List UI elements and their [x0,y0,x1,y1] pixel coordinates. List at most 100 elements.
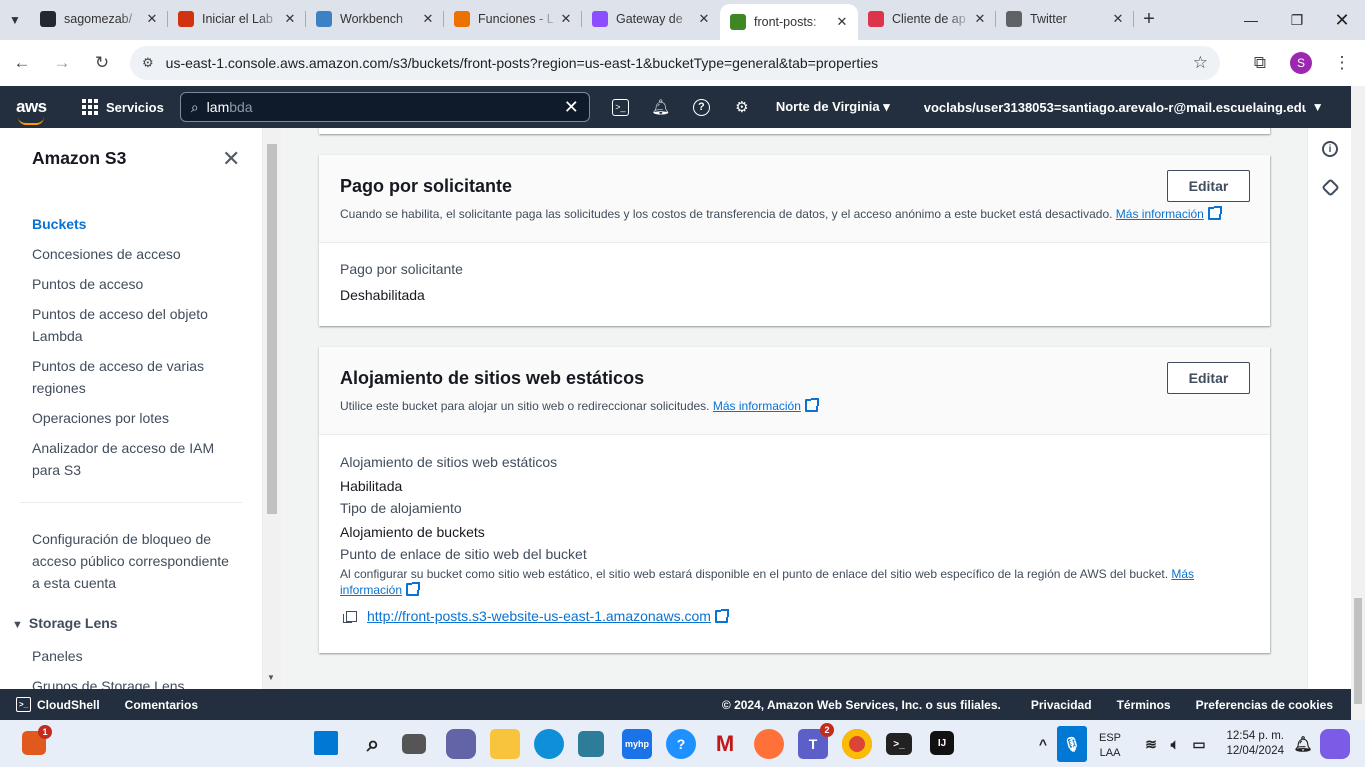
cloudshell-button[interactable]: >_ CloudShell [16,697,100,712]
restore-icon[interactable]: ❐ [1274,0,1320,40]
close-tab-icon[interactable]: ✕ [144,11,160,27]
clear-search-icon[interactable]: ✕ [564,97,579,118]
file-explorer-icon[interactable] [490,729,520,759]
account-dropdown-icon[interactable]: ▼ [1312,100,1324,114]
browser-tab[interactable]: Funciones - L ✕ [444,2,582,36]
extensions-icon[interactable]: ⧉ [1242,45,1278,81]
reload-icon[interactable]: ↻ [84,45,120,81]
firefox-icon[interactable] [754,729,784,759]
services-menu-button[interactable]: Servicios [82,99,164,115]
storage-lens-section[interactable]: ▼ Storage Lens [12,615,118,631]
copy-icon[interactable] [343,611,357,623]
browser-tab[interactable]: front-posts: ✕ [720,4,858,40]
edge-icon[interactable] [534,729,564,759]
url-text[interactable]: us-east-1.console.aws.amazon.com/s3/buck… [166,55,1193,71]
requester-pays-edit-button[interactable]: Editar [1167,170,1250,202]
chrome-icon[interactable] [842,729,872,759]
sidebar-scrollbar[interactable]: ▼ [263,128,281,689]
copilot-icon[interactable] [1320,729,1350,759]
browser-tab[interactable]: sagomezab/ ✕ [30,2,168,36]
requester-pays-header: Pago por solicitante Cuando se habilita,… [319,155,1270,243]
microphone-icon[interactable]: 🎙︎ [1057,726,1087,762]
static-hosting-edit-button[interactable]: Editar [1167,362,1250,394]
aws-logo[interactable]: aws [0,97,60,125]
menu-kebab-icon[interactable]: ⋮ [1324,45,1360,81]
layout-code: LAA [1099,747,1121,759]
tab-search-icon[interactable]: ▼ [0,0,30,40]
browser-tab[interactable]: Iniciar el Lab ✕ [168,2,306,36]
address-bar[interactable]: ⚙ us-east-1.console.aws.amazon.com/s3/bu… [130,46,1220,80]
search-value[interactable]: lambda [207,99,564,115]
sidebar-item-block-public-access[interactable]: Configuración de bloqueo de acceso públi… [32,528,237,594]
close-tab-icon[interactable]: ✕ [972,11,988,27]
close-tab-icon[interactable]: ✕ [282,11,298,27]
new-tab-button[interactable]: + [1134,2,1164,36]
requester-pays-value: Deshabilitada [340,287,425,303]
language-indicator[interactable]: ESP LAA [1099,731,1121,761]
sidebar-item[interactable]: Analizador de acceso de IAM para S3 [32,437,237,481]
info-icon[interactable]: i [1322,141,1338,157]
cookie-preferences-link[interactable]: Preferencias de cookies [1196,698,1333,712]
show-hidden-icons[interactable]: ^ [1028,729,1058,759]
tab-title: Funciones - L [478,12,554,26]
task-view-icon[interactable] [402,734,426,754]
browser-tab[interactable]: Workbench ✕ [306,2,444,36]
mcafee-icon[interactable]: M [710,729,740,759]
aws-search-input[interactable]: ⌕ lambda ✕ [179,92,590,122]
profile-avatar[interactable]: S [1290,52,1312,74]
browser-tab[interactable]: Twitter ✕ [996,2,1134,36]
forward-icon[interactable]: → [44,45,80,81]
search-taskbar-icon[interactable]: ⌕ [358,729,388,759]
cloudshell-icon[interactable]: >_ [611,98,629,116]
sidebar-item-dashboards[interactable]: Paneles [32,645,83,667]
endpoint-url-link[interactable]: http://front-posts.s3-website-us-east-1.… [367,608,711,624]
page-scrollbar-thumb[interactable] [1354,598,1362,704]
notification-center-icon[interactable]: 🔔︎ [1288,729,1318,759]
store-icon[interactable] [578,731,604,757]
sidebar-item[interactable]: Concesiones de acceso [32,243,237,265]
windows-start-icon[interactable] [314,731,338,755]
scroll-down-icon[interactable]: ▼ [267,673,275,682]
close-tab-icon[interactable]: ✕ [834,14,850,30]
privacy-link[interactable]: Privacidad [1031,698,1092,712]
bell-icon[interactable]: 🔔︎ [651,97,671,117]
close-tab-icon[interactable]: ✕ [696,11,712,27]
terms-link[interactable]: Términos [1117,698,1171,712]
close-tab-icon[interactable]: ✕ [558,11,574,27]
help-app-icon[interactable]: ? [666,729,696,759]
sidebar-item[interactable]: Buckets [32,213,237,235]
site-info-icon[interactable]: ⚙ [142,55,154,71]
bookmark-star-icon[interactable]: ☆ [1193,53,1208,73]
settings-gear-icon[interactable]: ⚙ [732,97,752,117]
back-icon[interactable]: ← [4,45,40,81]
sidebar-item[interactable]: Operaciones por lotes [32,407,237,429]
requester-pays-more-info-link[interactable]: Más información [1116,207,1204,221]
page-scrollbar[interactable] [1351,86,1365,720]
sidebar-item-storage-lens-groups[interactable]: Grupos de Storage Lens [32,675,185,689]
account-menu[interactable]: voclabs/user3138053=santiago.arevalo-r@m… [924,100,1306,115]
sidebar-item[interactable]: Puntos de acceso [32,273,237,295]
region-selector[interactable]: Norte de Virginia ▾ [776,99,890,115]
help-icon[interactable]: ? [692,98,710,116]
browser-tab[interactable]: Cliente de ap ✕ [858,2,996,36]
browser-tab[interactable]: Gateway de ✕ [582,2,720,36]
sidebar-scrollbar-thumb[interactable] [267,144,277,514]
close-window-icon[interactable]: ✕ [1319,0,1365,40]
notification-app-icon[interactable]: 1 [22,725,52,755]
clock[interactable]: 12:54 p. m. 12/04/2024 [1218,729,1284,759]
teams-icon[interactable]: T2 [798,723,834,759]
static-hosting-more-info-link[interactable]: Más información [713,399,801,413]
battery-icon[interactable]: ▭ [1184,729,1214,759]
close-tab-icon[interactable]: ✕ [420,11,436,27]
feedback-icon[interactable] [1321,178,1340,197]
close-sidebar-icon[interactable]: ✕ [222,146,240,172]
myhp-icon[interactable]: myhp [622,729,652,759]
sidebar-item[interactable]: Puntos de acceso de varias regiones [32,355,237,399]
chat-icon[interactable] [446,729,476,759]
terminal-icon[interactable]: >_ [886,733,912,755]
comments-link[interactable]: Comentarios [125,698,198,712]
close-tab-icon[interactable]: ✕ [1110,11,1126,27]
sidebar-item[interactable]: Puntos de acceso del objeto Lambda [32,303,237,347]
intellij-icon[interactable]: IJ [930,731,954,755]
minimize-icon[interactable]: — [1228,0,1274,40]
